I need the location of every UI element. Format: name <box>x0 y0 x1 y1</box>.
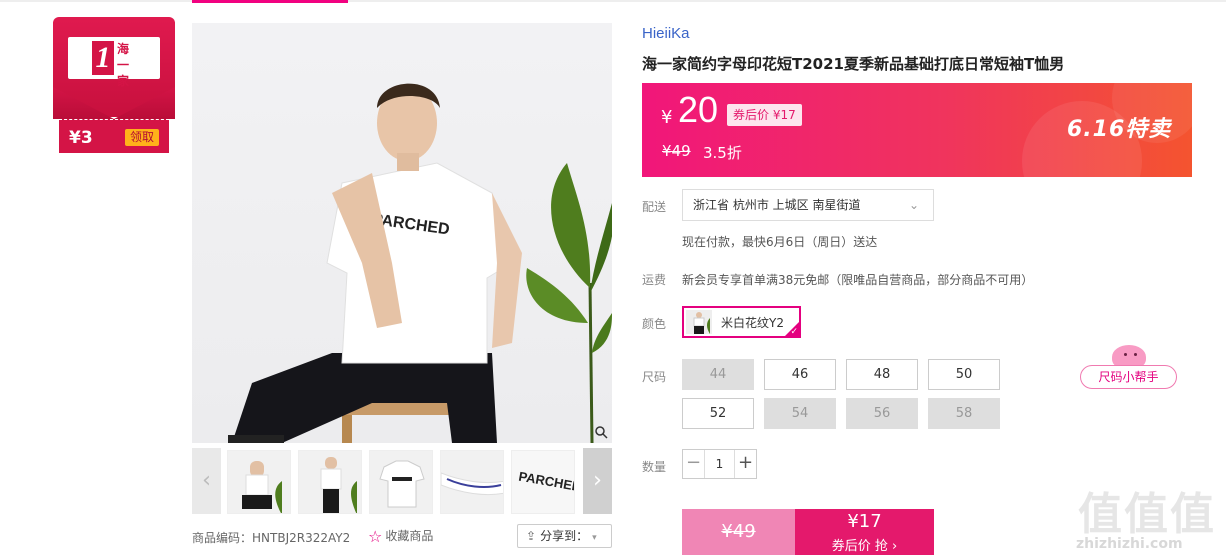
size-option-46[interactable]: 46 <box>764 359 836 390</box>
thumbnail-strip: ‹ PARCHED › <box>192 448 612 514</box>
original-price: ¥49 <box>662 142 691 160</box>
size-option-52[interactable]: 52 <box>682 398 754 429</box>
quantity-label: 数量 <box>642 460 667 474</box>
price-banner: ¥ 20 券后价 ¥17 ¥49 3.5折 6.16特卖 <box>642 83 1192 177</box>
star-icon: ☆ <box>368 527 383 546</box>
size-option-54: 54 <box>764 398 836 429</box>
chevron-down-icon: ⌄ <box>908 198 919 212</box>
buy-button[interactable]: ¥49 ¥17 券后价 抢 › <box>682 509 934 555</box>
quantity-stepper: − 1 + <box>682 449 757 479</box>
thumbnail-3[interactable] <box>369 450 433 514</box>
current-price: 20 <box>678 89 719 130</box>
logo-text: 海一家 <box>117 42 130 88</box>
color-label: 颜色 <box>642 317 667 331</box>
color-name: 米白花纹Y2 <box>721 316 784 330</box>
logo-number: 1 <box>92 41 114 75</box>
thumbnail-5[interactable]: PARCHED <box>511 450 575 514</box>
increment-button[interactable]: + <box>734 450 756 478</box>
buy-label: 券后价 抢 › <box>831 539 898 554</box>
buy-coupon-price[interactable]: ¥17 券后价 抢 › <box>795 509 934 555</box>
watermark-logo: 值值值 <box>1078 489 1216 540</box>
currency-symbol: ¥ <box>661 107 673 128</box>
address-value: 浙江省 杭州市 上城区 南星街道 <box>693 198 861 212</box>
share-icon: ⇪ <box>526 529 537 543</box>
size-option-48[interactable]: 48 <box>846 359 918 390</box>
delivery-label: 配送 <box>642 200 667 214</box>
dropdown-arrow-icon: ▾ <box>592 533 597 543</box>
thumbnail-2[interactable] <box>298 450 362 514</box>
coupon-amount: ¥3 <box>69 128 93 148</box>
promo-label: 6.16特卖 <box>1067 117 1172 142</box>
decrement-button[interactable]: − <box>683 450 705 478</box>
shipping-label: 运费 <box>642 273 667 287</box>
store-coupon[interactable]: 1 海一家 ¥3 领取 <box>53 17 175 155</box>
address-select[interactable]: 浙江省 杭州市 上城区 南星街道 ⌄ <box>682 189 934 221</box>
store-logo: 1 海一家 <box>68 37 160 88</box>
size-option-58: 58 <box>928 398 1000 429</box>
product-title: 海一家简约字母印花短T2021夏季新品基础打底日常短袖T恤男 <box>642 55 1065 73</box>
share-label: 分享到： <box>540 529 589 543</box>
zoom-icon[interactable] <box>594 425 608 439</box>
coupon-footer: ¥3 领取 <box>59 119 169 153</box>
main-product-image[interactable]: PARCHED <box>192 23 612 443</box>
discount-rate: 3.5折 <box>703 144 742 162</box>
watermark-url: zhizhizhi.com <box>1076 536 1183 552</box>
buy-original-price: ¥49 <box>682 509 795 555</box>
favorite-button[interactable]: ☆ 收藏商品 <box>368 527 433 546</box>
quantity-input[interactable]: 1 <box>705 450 734 478</box>
color-swatch-image <box>686 310 712 334</box>
thumbnail-4[interactable] <box>440 450 504 514</box>
thumbnail-1[interactable] <box>227 450 291 514</box>
thumbnail-prev-button[interactable]: ‹ <box>192 448 221 514</box>
site-watermark: 值值值 zhizhizhi.com <box>1072 478 1222 556</box>
size-option-56: 56 <box>846 398 918 429</box>
top-divider <box>0 0 1226 2</box>
model-photo: PARCHED <box>228 83 612 443</box>
size-helper[interactable]: 尺码小帮手 <box>1080 343 1177 389</box>
delivery-eta: 现在付款，最快6月6日（周日）送达 <box>682 235 878 249</box>
coupon-price-badge: 券后价 ¥17 <box>727 104 802 126</box>
thumbnail-next-button[interactable]: › <box>583 448 612 514</box>
size-helper-button[interactable]: 尺码小帮手 <box>1080 365 1177 389</box>
size-label: 尺码 <box>642 370 667 384</box>
color-option-selected[interactable]: 米白花纹Y2 ✓ <box>682 306 801 338</box>
buy-price: ¥17 <box>847 511 882 532</box>
product-code: 商品编码：HNTBJ2R322AY2 <box>192 531 351 545</box>
size-option-50[interactable]: 50 <box>928 359 1000 390</box>
favorite-label: 收藏商品 <box>385 529 434 543</box>
check-icon: ✓ <box>790 327 798 337</box>
brand-link[interactable]: HieiiKa <box>642 25 690 42</box>
size-option-44: 44 <box>682 359 754 390</box>
claim-coupon-button[interactable]: 领取 <box>125 129 159 146</box>
active-tab-indicator <box>192 0 348 3</box>
share-button[interactable]: ⇪ 分享到： ▾ <box>517 524 612 548</box>
shipping-info: 新会员专享首单满38元免邮（限唯品自营商品，部分商品不可用） <box>682 273 1034 287</box>
plant-illustration <box>526 163 612 443</box>
